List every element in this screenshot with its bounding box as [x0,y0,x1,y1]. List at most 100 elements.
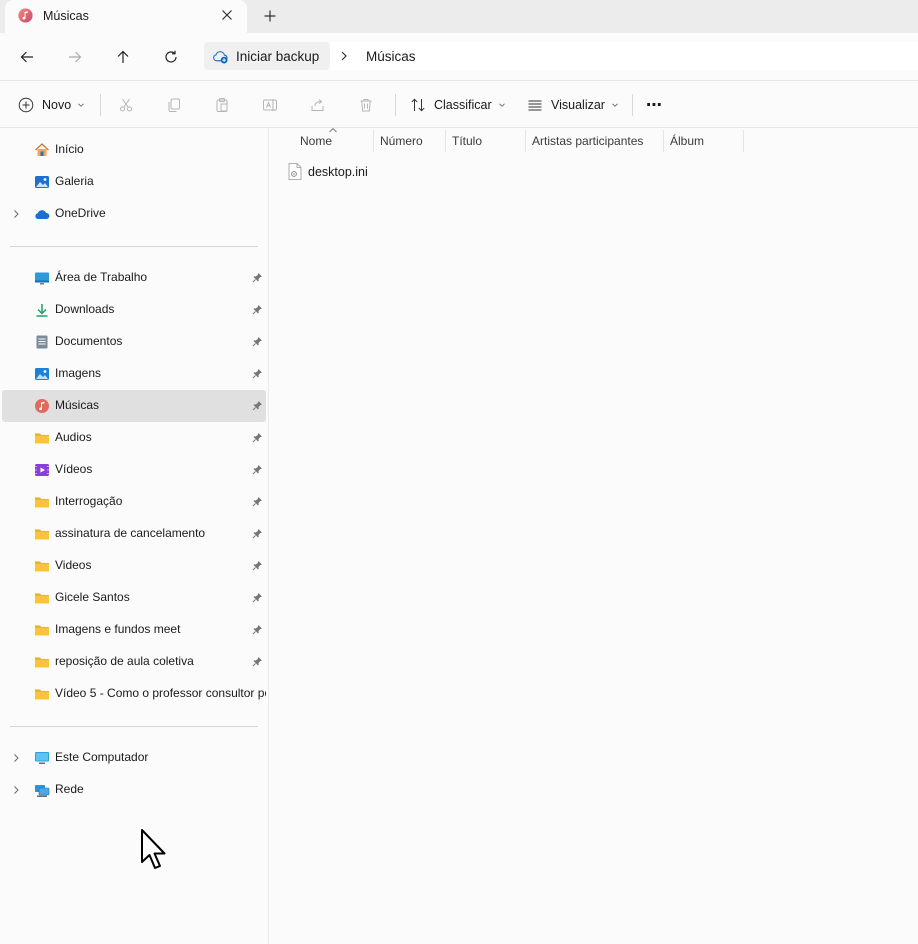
column-separator[interactable] [743,130,744,152]
chevron-down-icon [498,103,505,107]
sidebar-item-label: Documentos [55,334,123,348]
sidebar-item-label: Área de Trabalho [55,270,148,284]
sidebar-item-label: Este Computador [55,750,149,764]
chevron-right-icon[interactable] [11,753,21,763]
folder-icon [35,625,49,636]
breadcrumb-backup[interactable]: Iniciar backup [204,42,330,70]
breadcrumb-root-label: Iniciar backup [236,49,320,64]
toolbar-divider [100,94,101,116]
home-icon [35,143,49,156]
delete-button[interactable] [358,93,374,117]
sidebar-item-vídeo-5-como-o-professor-consultor-pode[interactable]: Vídeo 5 - Como o professor consultor pod… [2,678,266,710]
pin-icon [252,401,262,411]
column-header-number[interactable]: Número [374,128,446,154]
tab-title: Músicas [43,9,89,23]
share-icon [311,99,324,111]
trash-icon [360,99,372,112]
sidebar-item-assinatura-de-cancelamento[interactable]: assinatura de cancelamento [2,518,266,550]
folder-icon [35,657,49,668]
column-header-name[interactable]: Nome [270,127,374,154]
pin-icon [252,305,262,315]
back-button[interactable] [15,45,39,69]
rename-button[interactable] [262,93,278,117]
up-button[interactable] [111,45,135,69]
sidebar-item-vídeos[interactable]: Vídeos [2,454,266,486]
sidebar-item-label: assinatura de cancelamento [55,526,206,540]
settings-file-icon [288,163,302,180]
sidebar-item-músicas[interactable]: Músicas [2,390,266,422]
scissors-icon [120,98,132,112]
chevron-down-icon [612,103,618,107]
folder-icon [35,529,49,540]
pin-icon [252,593,262,603]
folder-icon [35,561,49,572]
refresh-button[interactable] [159,45,183,69]
file-list-pane: Nome Número Título Artistas participante… [270,127,918,944]
arrow-up-icon [117,50,129,63]
sidebar-item-área-de-trabalho[interactable]: Área de Trabalho [2,262,266,294]
videos-icon [35,464,49,476]
sidebar-item-imagens[interactable]: Imagens [2,358,266,390]
sidebar-item-este-computador[interactable]: Este Computador [2,742,266,774]
pin-icon [252,529,262,539]
sidebar-item-documentos[interactable]: Documentos [2,326,266,358]
desktop-icon [35,272,49,285]
paste-button[interactable] [214,93,230,117]
toolbar-divider [395,94,396,116]
view-button[interactable]: Visualizar [527,93,619,117]
sidebar-item-gicele-santos[interactable]: Gicele Santos [2,582,266,614]
sort-button[interactable]: Classificar [410,93,506,117]
column-header-artists[interactable]: Artistas participantes [526,128,664,154]
pin-icon [252,433,262,443]
new-tab-icon[interactable] [262,8,278,24]
file-row[interactable]: desktop.ini [286,162,486,182]
share-button[interactable] [310,93,326,117]
breadcrumb-current-label[interactable]: Músicas [366,49,416,64]
sidebar-item-rede[interactable]: Rede [2,774,266,806]
command-bar: Novo Classificar Visualizar ⋯ [0,82,918,128]
breadcrumb[interactable]: Iniciar backup Músicas [204,42,918,70]
sidebar-item-audios[interactable]: Audios [2,422,266,454]
sidebar-item-label: Início [55,142,84,156]
sidebar-item-downloads[interactable]: Downloads [2,294,266,326]
toolbar-divider [632,94,633,116]
cut-button[interactable] [118,93,134,117]
pin-icon [252,561,262,571]
column-header-title[interactable]: Título [446,128,526,154]
sidebar-item-label: Vídeos [55,462,93,476]
sidebar-divider [10,726,258,727]
chevron-down-icon [78,103,85,107]
sidebar-item-label: Galeria [55,174,94,188]
chevron-right-icon[interactable] [11,209,21,219]
more-options-button[interactable]: ⋯ [646,93,663,117]
sidebar-item-label: Interrogação [55,494,123,508]
folder-icon [35,593,49,604]
copy-button[interactable] [166,93,182,117]
forward-button[interactable] [63,45,87,69]
sidebar-item-label: reposição de aula coletiva [55,654,194,668]
pictures-icon [35,368,49,380]
chevron-right-icon[interactable] [338,50,350,62]
arrow-right-icon [69,51,82,63]
close-icon[interactable] [219,7,235,23]
sidebar-item-onedrive[interactable]: OneDrive [2,198,266,230]
sidebar-item-início[interactable]: Início [2,134,266,166]
tab-musicas[interactable]: Músicas [5,0,247,33]
pin-icon [252,497,262,507]
sidebar-item-imagens-e-fundos-meet[interactable]: Imagens e fundos meet [2,614,266,646]
sidebar-item-reposição-de-aula-coletiva[interactable]: reposição de aula coletiva [2,646,266,678]
sidebar-item-interrogação[interactable]: Interrogação [2,486,266,518]
sidebar-item-label: Músicas [55,398,100,412]
sidebar-item-galeria[interactable]: Galeria [2,166,266,198]
sidebar-item-videos[interactable]: Videos [2,550,266,582]
new-button[interactable]: Novo [18,93,85,117]
copy-icon [168,98,180,112]
music-folder-icon [18,8,33,23]
chevron-right-icon[interactable] [11,785,21,795]
computer-icon [35,752,49,764]
column-header-album[interactable]: Álbum [664,128,744,154]
sidebar-item-label: Imagens e fundos meet [55,622,181,636]
music-icon [35,399,49,413]
refresh-icon [165,50,177,63]
folder-icon [35,689,49,700]
